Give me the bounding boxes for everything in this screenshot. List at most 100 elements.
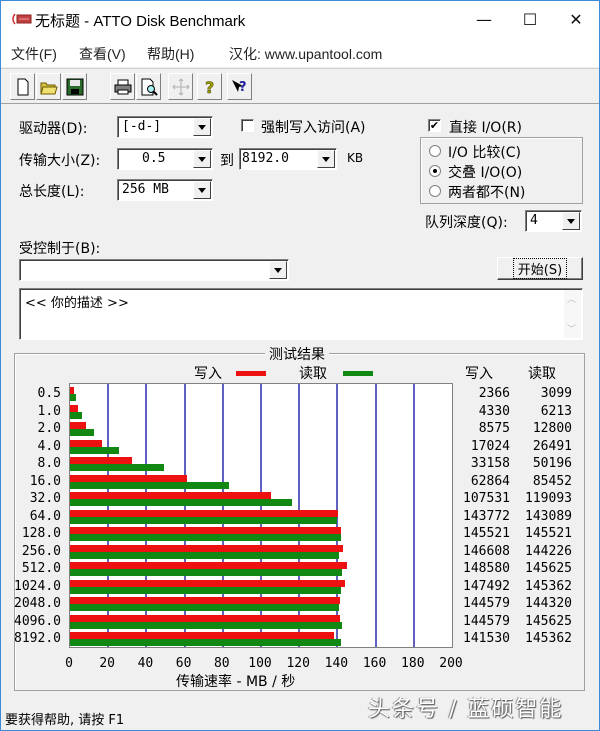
write-value: 144579 bbox=[463, 596, 510, 612]
force-write-checkbox[interactable] bbox=[241, 119, 254, 132]
title-bar[interactable]: 无标题 - ATTO Disk Benchmark — ☐ ✕ bbox=[1, 1, 599, 39]
bar-read bbox=[70, 551, 339, 559]
bar-write bbox=[70, 562, 348, 570]
read-value: 145521 bbox=[525, 526, 572, 542]
status-text: 要获得帮助, 请按 F1 bbox=[5, 713, 125, 728]
bar-write bbox=[70, 597, 340, 605]
drive-label: 驱动器(D): bbox=[19, 121, 88, 137]
x-tick-label: 200 bbox=[439, 656, 463, 671]
neither-radio[interactable] bbox=[429, 185, 441, 197]
save-disk-icon bbox=[66, 78, 83, 95]
bar-read bbox=[70, 639, 342, 647]
x-tick-label: 0 bbox=[65, 656, 73, 671]
menu-file[interactable]: 文件(F) bbox=[11, 44, 57, 64]
chevron-down-icon[interactable] bbox=[193, 118, 211, 136]
write-value: 62864 bbox=[470, 473, 510, 489]
bar-write bbox=[70, 579, 346, 587]
open-button[interactable] bbox=[36, 73, 61, 100]
y-tick-label: 256.0 bbox=[21, 543, 61, 559]
queue-depth-value: 4 bbox=[530, 213, 538, 228]
svg-text:?: ? bbox=[205, 78, 214, 96]
chevron-down-icon[interactable] bbox=[317, 150, 335, 168]
x-tick-label: 40 bbox=[137, 656, 154, 671]
y-tick-label: 4096.0 bbox=[14, 613, 61, 629]
bar-write bbox=[70, 439, 102, 447]
print-preview-button[interactable] bbox=[136, 73, 161, 100]
close-button[interactable]: ✕ bbox=[553, 1, 599, 37]
menu-localization[interactable]: 汉化: www.upantool.com bbox=[229, 44, 382, 64]
read-value: 26491 bbox=[532, 438, 572, 454]
help-button[interactable]: ? bbox=[197, 73, 222, 100]
close-icon: ✕ bbox=[569, 9, 583, 29]
new-button[interactable] bbox=[10, 73, 35, 100]
read-value: 3099 bbox=[540, 386, 572, 401]
scroll-down-icon[interactable]: ﹀ bbox=[567, 322, 576, 335]
y-tick-label: 16.0 bbox=[29, 473, 61, 489]
help-icon: ? bbox=[204, 78, 214, 96]
chevron-down-icon[interactable] bbox=[193, 181, 211, 199]
y-tick-label: 1.0 bbox=[37, 403, 61, 419]
read-value: 85452 bbox=[532, 473, 572, 489]
minimize-button[interactable]: — bbox=[461, 1, 507, 37]
y-tick-label: 8192.0 bbox=[14, 631, 61, 647]
direct-io-label: 直接 I/O(R) bbox=[449, 120, 522, 136]
write-value: 33158 bbox=[470, 456, 510, 472]
transfer-from-value: 0.5 bbox=[142, 151, 166, 166]
bar-read bbox=[70, 481, 230, 489]
transfer-size-to-select[interactable]: 8192.0 bbox=[239, 148, 337, 170]
controlled-by-label: 受控制于(B): bbox=[19, 241, 101, 257]
read-value: 145625 bbox=[525, 561, 572, 577]
y-tick-label: 8.0 bbox=[37, 456, 61, 472]
x-tick-label: 140 bbox=[324, 656, 349, 671]
write-value: 8575 bbox=[478, 421, 510, 437]
description-textarea[interactable]: << 你的描述 >> ︿ ﹀ bbox=[19, 288, 583, 340]
bar-read bbox=[70, 586, 342, 594]
window-title: 无标题 - ATTO Disk Benchmark bbox=[35, 13, 246, 30]
print-button[interactable] bbox=[110, 73, 135, 100]
chevron-down-icon[interactable] bbox=[193, 150, 211, 168]
x-tick-label: 120 bbox=[286, 656, 310, 671]
x-tick-label: 20 bbox=[99, 656, 116, 671]
bar-read bbox=[70, 464, 164, 472]
chevron-down-icon[interactable] bbox=[269, 261, 287, 279]
description-scrollbar[interactable]: ︿ ﹀ bbox=[564, 290, 581, 338]
context-help-button[interactable]: ? bbox=[227, 73, 252, 100]
write-value: 17024 bbox=[470, 438, 510, 454]
x-tick-label: 60 bbox=[175, 656, 192, 671]
bar-write bbox=[70, 632, 334, 640]
write-value: 4330 bbox=[478, 403, 510, 419]
menu-help[interactable]: 帮助(H) bbox=[147, 44, 194, 64]
move-arrows-icon bbox=[172, 78, 189, 95]
maximize-button[interactable]: ☐ bbox=[507, 1, 553, 37]
x-tick-label: 180 bbox=[401, 656, 425, 671]
transfer-size-from-select[interactable]: 0.5 bbox=[117, 148, 213, 170]
checkmark-icon: ✔ bbox=[429, 119, 440, 132]
start-button[interactable]: 开始(S) bbox=[497, 257, 583, 280]
x-axis-title: 传输速率 - MB / 秒 bbox=[176, 674, 296, 690]
bar-write bbox=[70, 457, 132, 465]
drive-select[interactable]: [-d-] bbox=[117, 116, 213, 138]
move-button[interactable] bbox=[168, 73, 193, 100]
scroll-up-icon[interactable]: ︿ bbox=[567, 292, 576, 305]
save-button[interactable] bbox=[62, 73, 87, 100]
overlapped-io-radio[interactable] bbox=[429, 165, 441, 177]
bar-read bbox=[70, 516, 337, 524]
read-value: 50196 bbox=[532, 456, 572, 472]
controlled-by-select[interactable] bbox=[19, 259, 289, 281]
bar-read bbox=[70, 411, 82, 419]
read-value: 6213 bbox=[540, 403, 572, 419]
queue-depth-select[interactable]: 4 bbox=[525, 210, 582, 232]
write-value: 145521 bbox=[463, 526, 510, 542]
bar-write bbox=[70, 509, 339, 517]
print-icon bbox=[114, 79, 131, 94]
io-compare-radio[interactable] bbox=[429, 145, 441, 157]
chevron-down-icon[interactable] bbox=[562, 212, 580, 230]
menu-view[interactable]: 查看(V) bbox=[79, 44, 126, 64]
transfer-size-label: 传输大小(Z): bbox=[19, 153, 101, 169]
total-length-select[interactable]: 256 MB bbox=[117, 179, 213, 201]
legend-read-swatch bbox=[343, 371, 373, 376]
direct-io-checkbox[interactable]: ✔ bbox=[428, 119, 441, 132]
menu-bar: 文件(F) 查看(V) 帮助(H) 汉化: www.upantool.com bbox=[1, 39, 599, 67]
bar-write bbox=[70, 474, 188, 482]
overlapped-io-label: 交叠 I/O(O) bbox=[448, 165, 523, 181]
